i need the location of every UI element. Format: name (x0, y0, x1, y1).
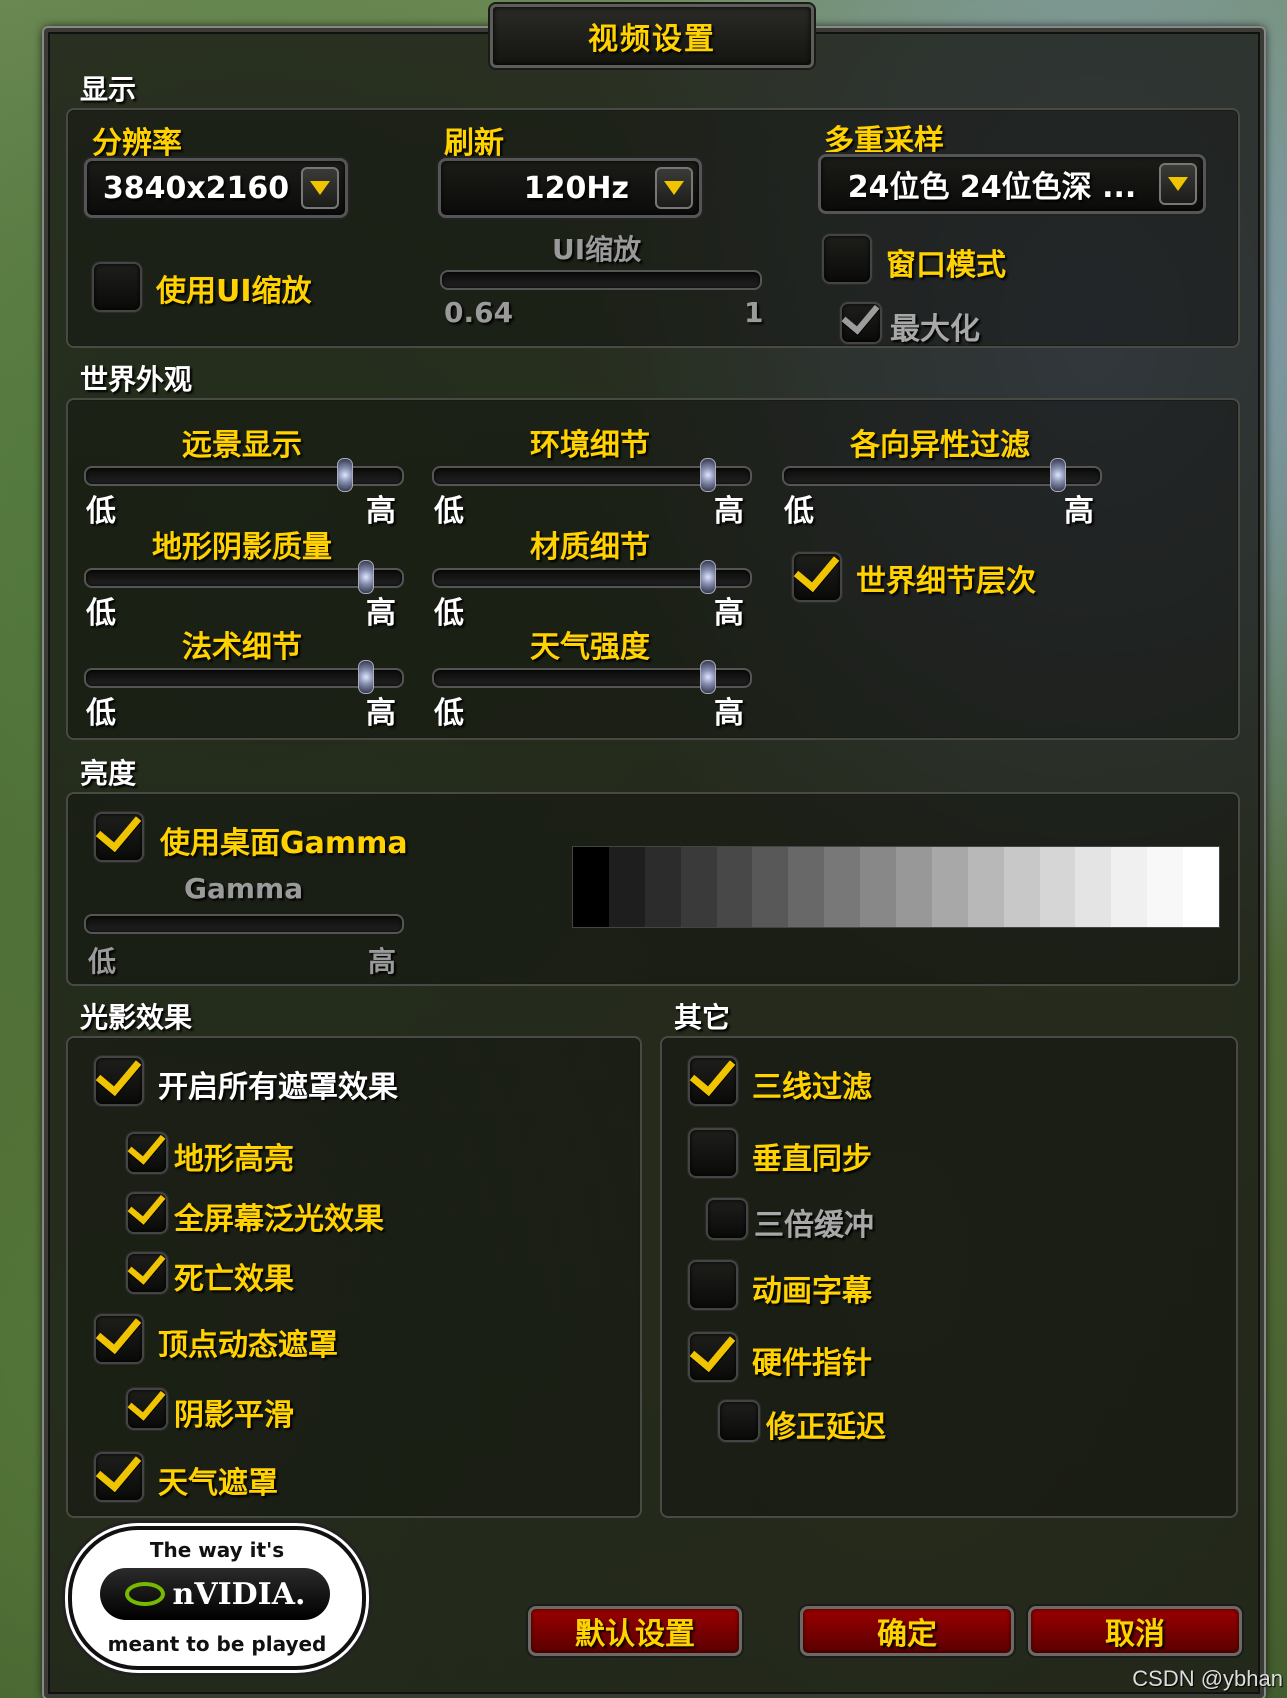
section-world-title: 世界外观 (80, 363, 193, 396)
world-slider[interactable] (432, 560, 752, 594)
option-label: 硬件指针 (752, 1346, 872, 1381)
option-checkbox[interactable] (688, 1128, 738, 1178)
option-checkbox[interactable] (94, 1314, 144, 1364)
nvidia-logo-top: The way it's (149, 1538, 285, 1562)
gamma-low-label: 低 (88, 945, 117, 978)
option-checkbox[interactable] (126, 1252, 168, 1294)
slider-low-label: 低 (784, 494, 814, 529)
use-desktop-gamma-checkbox[interactable] (94, 812, 144, 862)
world-slider[interactable] (432, 458, 752, 492)
window-mode-checkbox[interactable] (822, 234, 872, 284)
cancel-button[interactable]: 取消 (1028, 1606, 1242, 1656)
slider-high-label: 高 (366, 696, 396, 731)
resolution-dropdown[interactable]: 3840x2160 (84, 158, 348, 218)
slider-high-label: 高 (1064, 494, 1094, 529)
world-slider[interactable] (84, 560, 404, 594)
ui-scale-label: UI缩放 (552, 233, 642, 266)
option-label: 地形高亮 (174, 1142, 294, 1177)
chevron-down-icon[interactable] (1159, 163, 1197, 205)
display-group (66, 108, 1240, 348)
world-slider-label: 法术细节 (182, 630, 302, 665)
slider-low-label: 低 (86, 696, 116, 731)
slider-high-label: 高 (714, 696, 744, 731)
world-slider-label: 天气强度 (530, 630, 650, 665)
multisample-dropdown[interactable]: 24位色 24位色深 ... (818, 154, 1206, 214)
section-lighting-title: 光影效果 (80, 1001, 193, 1034)
gamma-slider[interactable] (84, 914, 404, 934)
use-ui-scale-label: 使用UI缩放 (156, 274, 312, 309)
option-checkbox[interactable] (688, 1332, 738, 1382)
ok-button[interactable]: 确定 (800, 1606, 1014, 1656)
world-slider-label: 各向异性过滤 (850, 428, 1030, 463)
chevron-down-icon[interactable] (301, 167, 339, 209)
world-slider[interactable] (782, 458, 1102, 492)
option-label: 三线过滤 (752, 1070, 872, 1105)
refresh-label: 刷新 (444, 126, 504, 161)
world-slider-label: 材质细节 (530, 530, 650, 565)
option-checkbox[interactable] (126, 1132, 168, 1174)
option-checkbox[interactable] (688, 1260, 738, 1310)
option-label: 开启所有遮罩效果 (158, 1070, 398, 1105)
option-checkbox[interactable] (688, 1056, 738, 1106)
use-ui-scale-checkbox[interactable] (92, 262, 142, 312)
ui-scale-slider[interactable] (440, 270, 762, 290)
ui-scale-max: 1 (744, 296, 764, 329)
gamma-test-strip (572, 846, 1220, 928)
default-settings-button[interactable]: 默认设置 (528, 1606, 742, 1656)
world-slider[interactable] (432, 660, 752, 694)
option-label: 天气遮罩 (158, 1466, 278, 1501)
option-label: 死亡效果 (174, 1262, 294, 1297)
world-detail-label: 世界细节层次 (856, 564, 1036, 599)
other-group (660, 1036, 1238, 1518)
option-label: 垂直同步 (752, 1142, 872, 1177)
option-label: 动画字幕 (752, 1274, 872, 1309)
option-label: 全屏幕泛光效果 (174, 1202, 384, 1237)
nvidia-logo: The way it's nVIDIA. meant to be played (68, 1526, 366, 1670)
gamma-label: Gamma (184, 872, 304, 905)
window-mode-label: 窗口模式 (886, 248, 1006, 283)
slider-thumb[interactable] (337, 458, 353, 492)
option-label: 修正延迟 (766, 1410, 886, 1445)
world-detail-checkbox[interactable] (792, 552, 842, 602)
option-checkbox[interactable] (94, 1452, 144, 1502)
option-checkbox[interactable] (94, 1056, 144, 1106)
option-label: 顶点动态遮罩 (158, 1328, 338, 1363)
option-label: 阴影平滑 (174, 1398, 294, 1433)
option-checkbox[interactable] (718, 1400, 760, 1442)
window-title: 视频设置 (490, 4, 814, 68)
world-slider-label: 远景显示 (182, 428, 302, 463)
maximize-label: 最大化 (890, 312, 980, 347)
option-checkbox[interactable] (126, 1388, 168, 1430)
watermark: CSDN @ybhan (1132, 1666, 1283, 1691)
nvidia-brand: nVIDIA. (172, 1576, 306, 1612)
nvidia-eye-icon (124, 1582, 165, 1606)
refresh-dropdown[interactable]: 120Hz (438, 158, 702, 218)
multisample-value: 24位色 24位色深 ... (847, 170, 1137, 205)
use-desktop-gamma-label: 使用桌面Gamma (160, 826, 408, 861)
world-slider-label: 地形阴影质量 (152, 530, 332, 565)
world-slider[interactable] (84, 660, 404, 694)
gamma-high-label: 高 (368, 945, 397, 978)
slider-low-label: 低 (434, 696, 464, 731)
world-slider[interactable] (84, 458, 404, 492)
chevron-down-icon[interactable] (655, 167, 693, 209)
resolution-label: 分辨率 (92, 126, 182, 161)
ui-scale-min: 0.64 (444, 296, 514, 329)
section-display-title: 显示 (80, 73, 137, 106)
section-brightness-title: 亮度 (80, 757, 137, 790)
section-other-title: 其它 (674, 1001, 731, 1034)
maximize-checkbox[interactable] (840, 302, 882, 344)
option-checkbox[interactable] (126, 1192, 168, 1234)
nvidia-logo-bottom: meant to be played (107, 1632, 327, 1656)
option-label: 三倍缓冲 (754, 1208, 874, 1243)
option-checkbox[interactable] (706, 1198, 748, 1240)
world-slider-label: 环境细节 (530, 428, 650, 463)
